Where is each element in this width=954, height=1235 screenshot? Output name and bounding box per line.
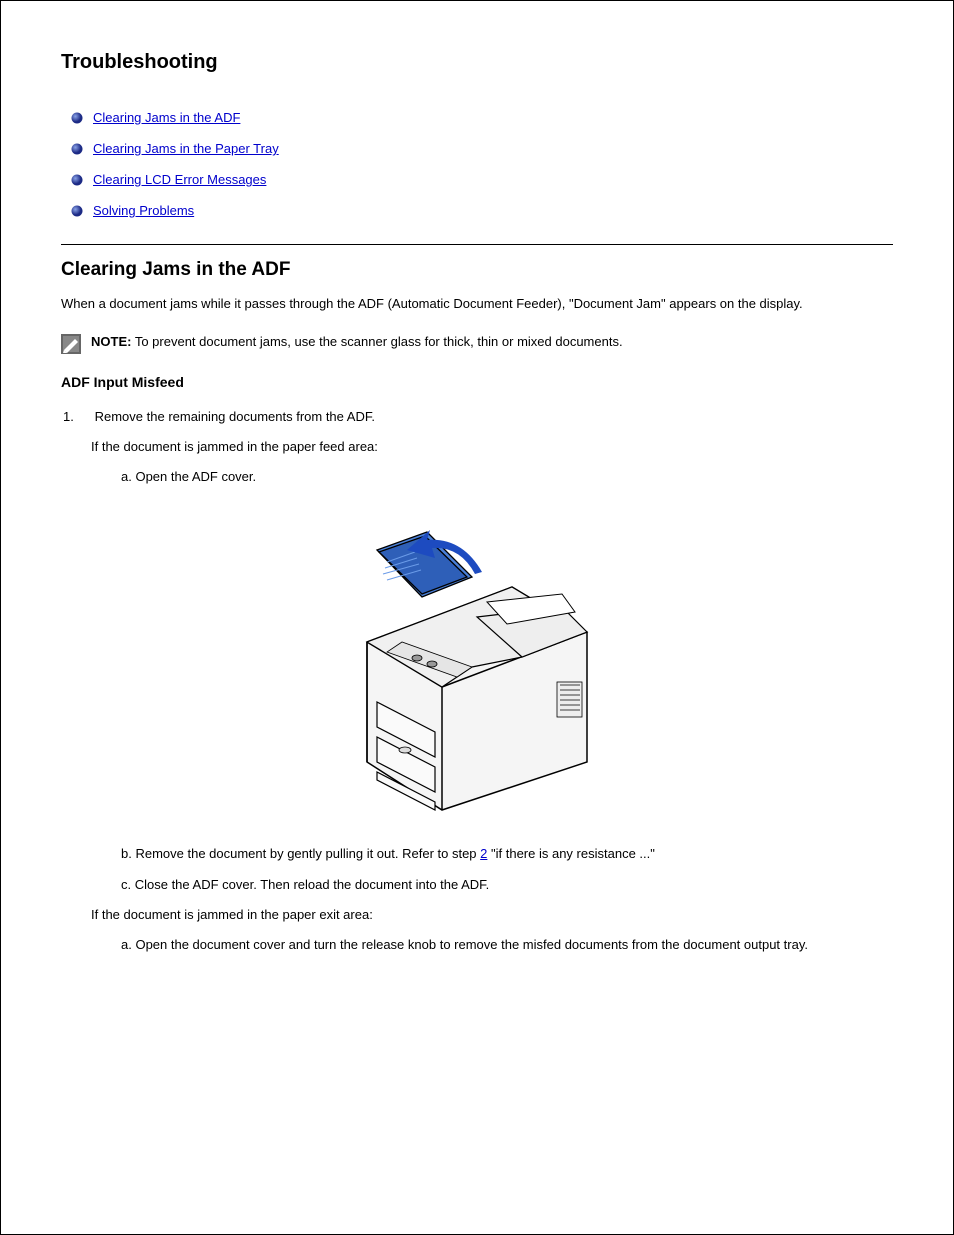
step-1b: b. Remove the document by gently pulling… (61, 845, 893, 863)
divider (61, 244, 893, 245)
step-1-continued: If the document is jammed in the paper f… (61, 438, 893, 456)
toc-link-1[interactable]: Clearing Jams in the Paper Tray (93, 141, 279, 156)
note-block: NOTE: To prevent document jams, use the … (61, 332, 893, 354)
step-if-a: a. Open the document cover and turn the … (61, 936, 893, 954)
note-icon (61, 334, 81, 354)
note-text: NOTE: To prevent document jams, use the … (91, 332, 623, 352)
toc-item: Clearing LCD Error Messages (71, 172, 893, 187)
section-heading: Clearing Jams in the ADF (61, 259, 893, 281)
bullet-icon (71, 174, 83, 186)
toc-list: Clearing Jams in the ADF Clearing Jams i… (61, 110, 893, 218)
bullet-icon (71, 143, 83, 155)
instruction-image (61, 502, 893, 817)
step-1b-post: "if there is any resistance ..." (487, 846, 654, 861)
step-if: If the document is jammed in the paper e… (61, 906, 893, 924)
note-content: To prevent document jams, use the scanne… (131, 334, 622, 349)
page-title: Troubleshooting (61, 51, 893, 74)
step-1a: a. Open the ADF cover. (61, 468, 893, 486)
sub-heading: ADF Input Misfeed (61, 374, 893, 390)
toc-link-0[interactable]: Clearing Jams in the ADF (93, 110, 240, 125)
step-1b-pre: b. Remove the document by gently pulling… (121, 846, 480, 861)
bullet-icon (71, 112, 83, 124)
step-text: Remove the remaining documents from the … (91, 409, 375, 424)
bullet-icon (71, 205, 83, 217)
note-label: NOTE: (91, 334, 131, 349)
toc-item: Clearing Jams in the Paper Tray (71, 141, 893, 156)
toc-link-2[interactable]: Clearing LCD Error Messages (93, 172, 266, 187)
toc-item: Solving Problems (71, 203, 893, 218)
intro-paragraph: When a document jams while it passes thr… (61, 295, 893, 314)
toc-item: Clearing Jams in the ADF (71, 110, 893, 125)
step-number: 1. (63, 408, 91, 426)
step-1c: c. Close the ADF cover. Then reload the … (61, 876, 893, 894)
toc-link-3[interactable]: Solving Problems (93, 203, 194, 218)
step-1: 1. Remove the remaining documents from t… (61, 408, 893, 426)
